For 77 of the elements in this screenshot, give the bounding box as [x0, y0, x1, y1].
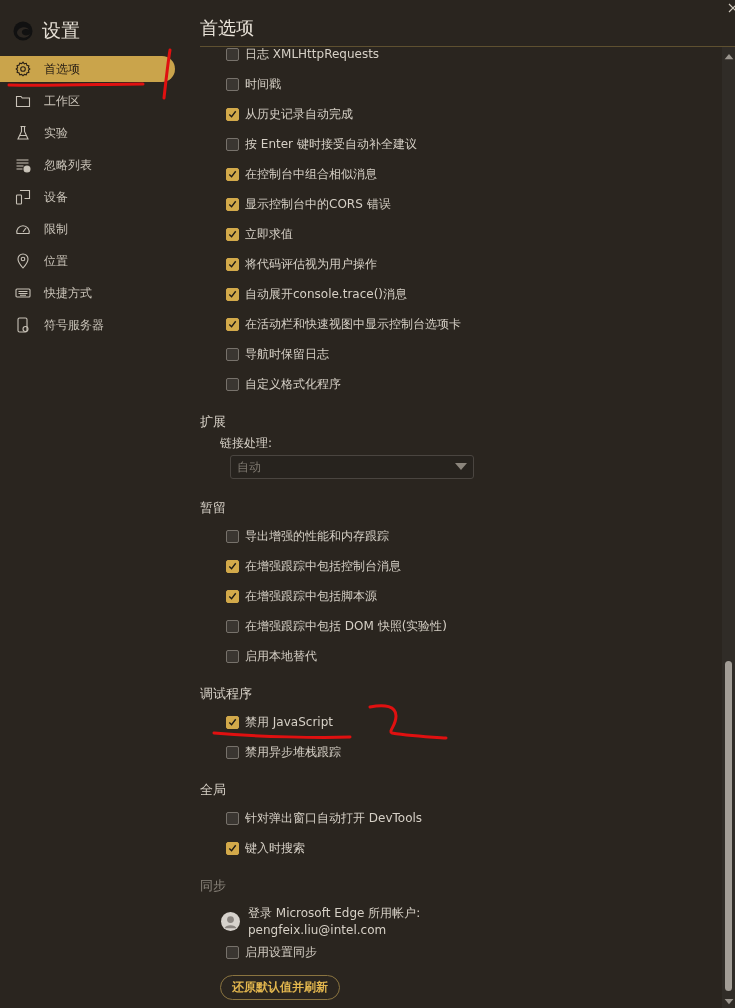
checkbox-label: 在活动栏和快速视图中显示控制台选项卡 — [245, 315, 461, 333]
avatar-icon — [221, 911, 240, 931]
section-heading: 全局 — [200, 781, 226, 799]
section-heading: 调试程序 — [200, 685, 252, 703]
sidebar-title: 设置 — [42, 18, 80, 43]
checkbox[interactable] — [226, 317, 239, 331]
checkbox-label: 立即求值 — [245, 225, 293, 243]
checkbox-label: 时间戳 — [245, 75, 281, 93]
checkbox[interactable] — [226, 287, 239, 301]
section-heading: 同步 — [200, 877, 226, 895]
keyboard-icon — [15, 285, 31, 301]
checkbox-label: 自定义格式化程序 — [245, 375, 341, 393]
checkbox-label: 针对弹出窗口自动打开 DevTools — [245, 809, 423, 827]
checkbox[interactable] — [226, 529, 239, 543]
section-heading: 暂留 — [200, 499, 226, 517]
checkbox[interactable] — [226, 619, 239, 633]
checkbox-label: 启用设置同步 — [245, 943, 317, 961]
scroll-up-icon[interactable] — [723, 53, 734, 60]
checkbox-label: 按 Enter 键时接受自动补全建议 — [245, 135, 417, 153]
sidebar-item[interactable]: 符号服务器 — [0, 312, 175, 338]
checkbox-label: 在增强跟踪中包括控制台消息 — [245, 557, 401, 575]
phone-icon — [15, 317, 31, 333]
flask-icon — [15, 125, 31, 141]
devices-icon — [15, 189, 31, 205]
checkbox[interactable] — [226, 257, 239, 271]
checkbox[interactable] — [226, 137, 239, 151]
checkbox-label: 从历史记录自动完成 — [245, 105, 353, 123]
checkbox[interactable] — [226, 47, 239, 61]
field-label: 链接处理: — [220, 435, 274, 452]
account-prompt: 登录 Microsoft Edge 所用帐户: — [248, 905, 421, 922]
checkbox-label: 将代码评估视为用户操作 — [245, 255, 377, 273]
checkbox[interactable] — [226, 559, 239, 573]
checkbox-label: 禁用 JavaScript — [245, 713, 333, 731]
gear-icon — [15, 61, 31, 77]
checkbox-label: 键入时搜索 — [245, 839, 305, 857]
checkbox-label: 在增强跟踪中包括脚本源 — [245, 587, 377, 605]
checkbox[interactable] — [226, 841, 239, 855]
sidebar-item[interactable]: 首选项 — [0, 56, 175, 82]
account-email: pengfeix.liu@intel.com — [248, 923, 388, 937]
checkbox-label: 导出增强的性能和内存跟踪 — [245, 527, 389, 545]
checkbox-label: 自动展开console.trace()消息 — [245, 285, 407, 303]
location-icon — [15, 253, 31, 269]
checkbox[interactable] — [226, 167, 239, 181]
checkbox-label: 禁用异步堆栈跟踪 — [245, 743, 341, 761]
checkbox-label: 在增强跟踪中包括 DOM 快照(实验性) — [245, 617, 448, 635]
annotation-stroke — [162, 48, 172, 100]
checkbox[interactable] — [226, 745, 239, 759]
sidebar-item[interactable]: 忽略列表 — [0, 152, 175, 178]
checkbox-label: 日志 XMLHttpRequests — [245, 45, 380, 63]
checkbox[interactable] — [226, 589, 239, 603]
checkbox[interactable] — [226, 649, 239, 663]
checkbox-label: 在控制台中组合相似消息 — [245, 165, 377, 183]
folder-icon — [15, 93, 31, 109]
sidebar-item[interactable]: 设备 — [0, 184, 175, 210]
checkbox[interactable] — [226, 347, 239, 361]
scroll-down-icon[interactable] — [723, 998, 734, 1005]
checkbox[interactable] — [226, 715, 239, 729]
sidebar-item[interactable]: 快捷方式 — [0, 280, 175, 306]
list-icon — [15, 157, 31, 173]
checkbox[interactable] — [226, 377, 239, 391]
checkbox[interactable] — [226, 811, 239, 825]
sidebar-item[interactable]: 位置 — [0, 248, 175, 274]
sidebar-item[interactable]: 实验 — [0, 120, 175, 146]
checkbox[interactable] — [226, 197, 239, 211]
checkbox[interactable] — [226, 77, 239, 91]
sidebar-item[interactable]: 限制 — [0, 216, 175, 242]
caret-icon — [455, 463, 467, 471]
edge-logo-icon — [13, 21, 33, 41]
page-title: 首选项 — [200, 16, 254, 40]
checkbox-label: 导航时保留日志 — [245, 345, 329, 363]
section-heading: 扩展 — [200, 413, 226, 431]
sidebar-item[interactable]: 工作区 — [0, 88, 175, 114]
checkbox-label: 显示控制台中的CORS 错误 — [245, 195, 391, 213]
checkbox[interactable] — [226, 107, 239, 121]
checkbox-label: 启用本地替代 — [245, 647, 317, 665]
scrollbar-thumb[interactable] — [725, 661, 732, 991]
checkbox[interactable] — [226, 227, 239, 241]
